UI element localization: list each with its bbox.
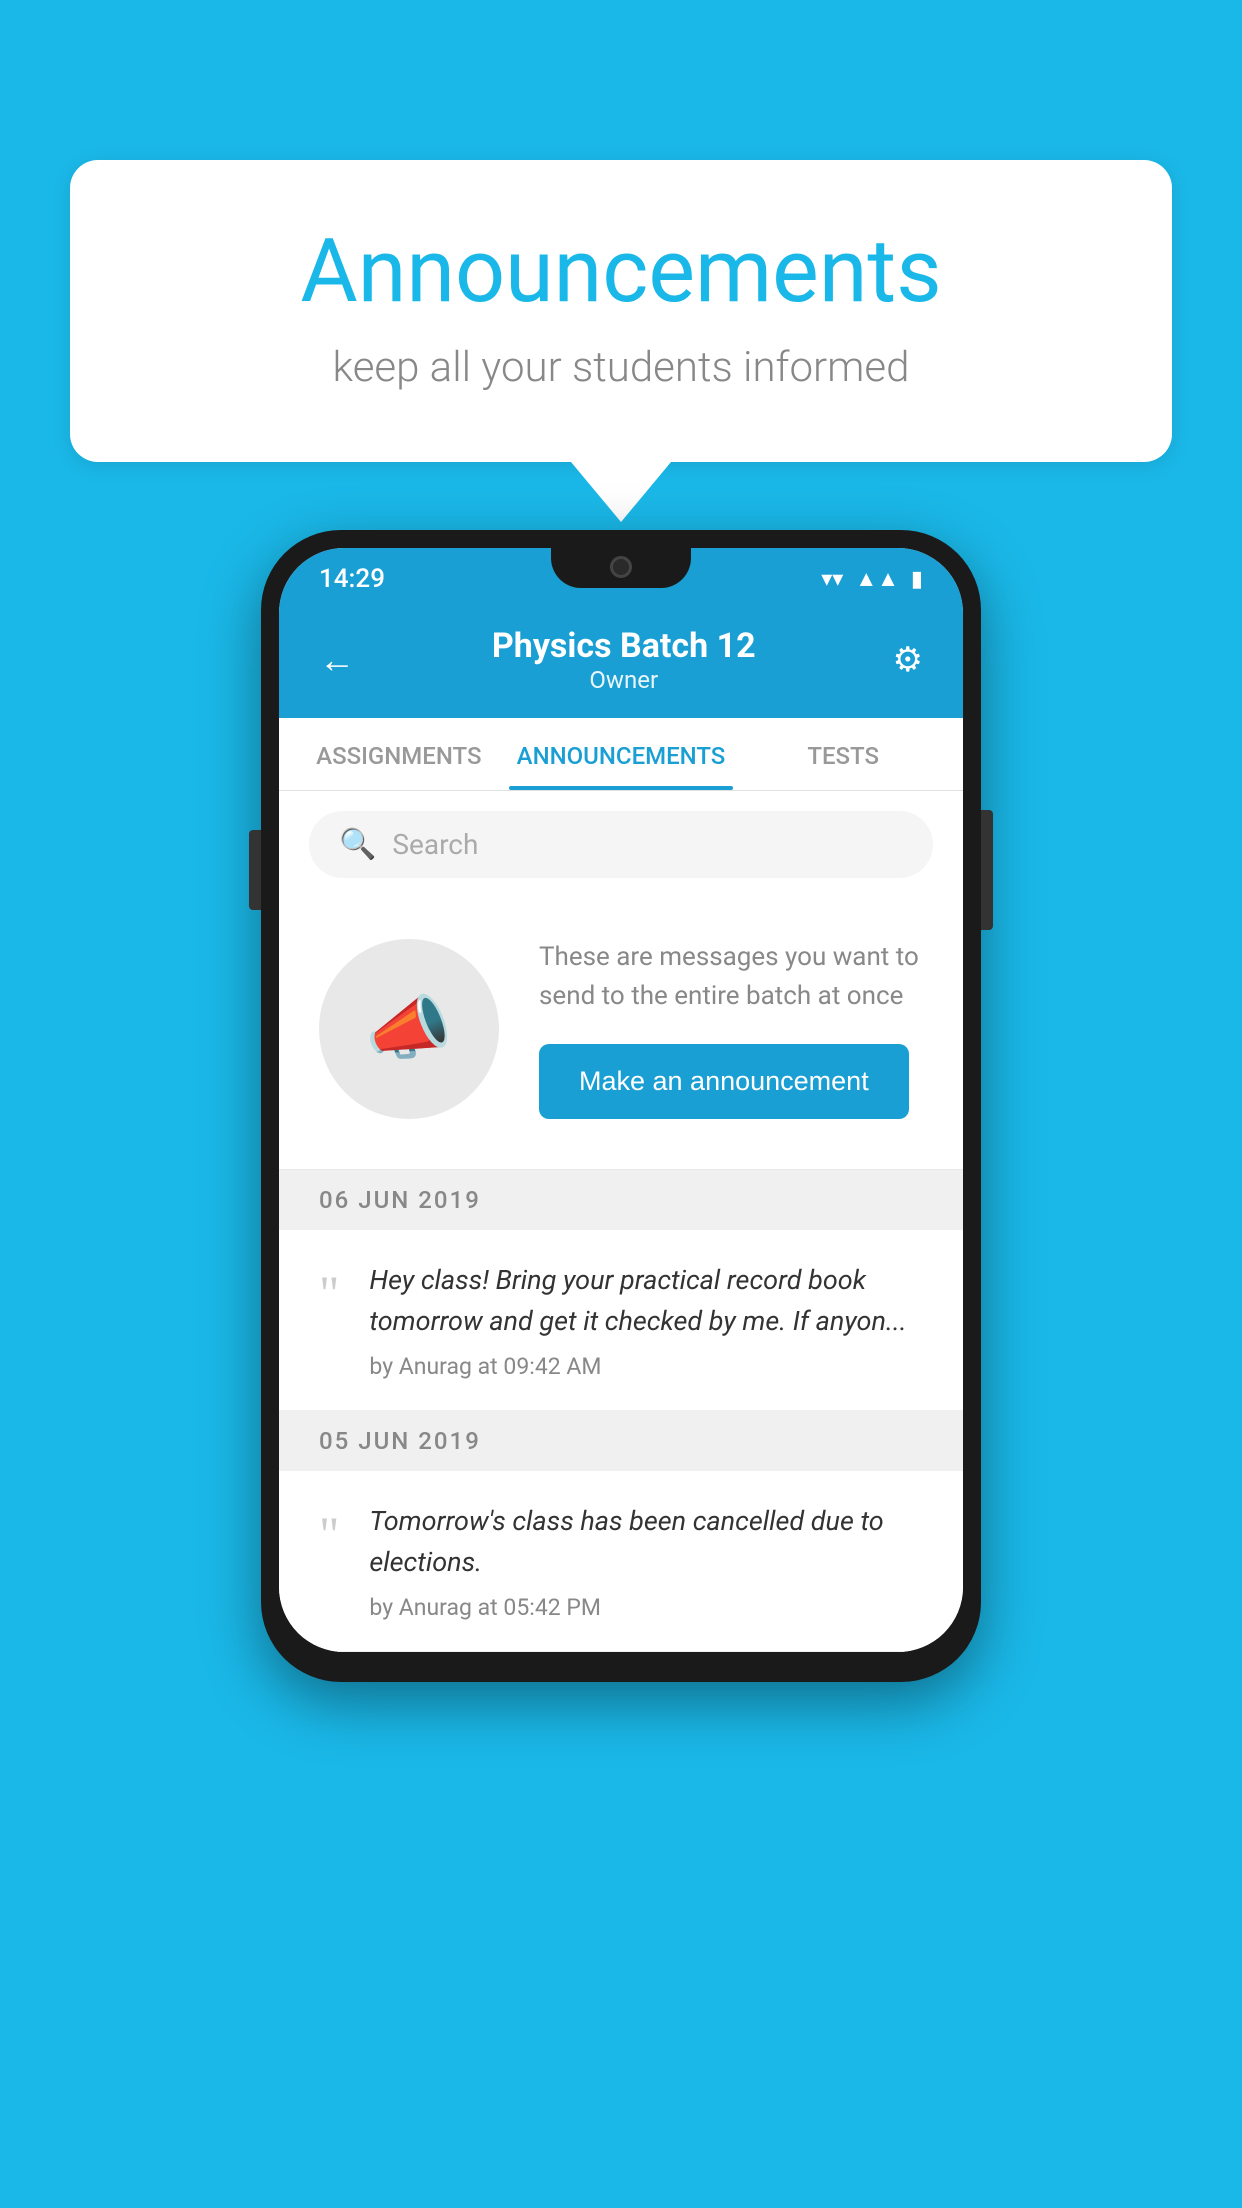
quote-icon-1: " [319, 1268, 339, 1318]
battery-icon: ▮ [911, 567, 923, 592]
settings-button[interactable]: ⚙ [893, 640, 923, 680]
camera-icon [610, 556, 632, 578]
date-label-1: 06 JUN 2019 [319, 1186, 481, 1214]
search-icon: 🔍 [339, 827, 376, 862]
announcement-text-1: Hey class! Bring your practical record b… [369, 1260, 923, 1341]
tab-assignments[interactable]: ASSIGNMENTS [289, 718, 509, 790]
signal-icon: ▲▲ [855, 566, 899, 592]
announcement-content-2: Tomorrow's class has been cancelled due … [369, 1501, 923, 1621]
date-separator-1: 06 JUN 2019 [279, 1170, 963, 1230]
wifi-icon: ▾▾ [821, 567, 843, 592]
announcement-right: These are messages you want to send to t… [539, 938, 923, 1119]
megaphone-icon: 📣 [365, 988, 452, 1070]
speech-bubble-container: Announcements keep all your students inf… [70, 160, 1172, 522]
announcement-intro: 📣 These are messages you want to send to… [279, 898, 963, 1170]
tab-announcements[interactable]: ANNOUNCEMENTS [509, 718, 734, 790]
phone-screen: 14:29 ▾▾ ▲▲ ▮ ← Physics Batch 12 Owner ⚙ [279, 548, 963, 1652]
announcement-content-1: Hey class! Bring your practical record b… [369, 1260, 923, 1380]
announcement-meta-1: by Anurag at 09:42 AM [369, 1353, 923, 1380]
back-button[interactable]: ← [319, 639, 355, 681]
status-time: 14:29 [319, 564, 385, 594]
status-icons: ▾▾ ▲▲ ▮ [821, 566, 923, 592]
tab-bar: ASSIGNMENTS ANNOUNCEMENTS TESTS [279, 718, 963, 791]
speech-bubble-subtitle: keep all your students informed [150, 343, 1092, 392]
search-placeholder: Search [392, 828, 478, 861]
date-label-2: 05 JUN 2019 [319, 1427, 481, 1455]
search-section: 🔍 Search [279, 791, 963, 898]
speech-bubble: Announcements keep all your students inf… [70, 160, 1172, 462]
make-announcement-button[interactable]: Make an announcement [539, 1044, 909, 1119]
speech-bubble-title: Announcements [150, 220, 1092, 323]
app-header: ← Physics Batch 12 Owner ⚙ [279, 606, 963, 718]
announcement-text-2: Tomorrow's class has been cancelled due … [369, 1501, 923, 1582]
announcement-item-1[interactable]: " Hey class! Bring your practical record… [279, 1230, 963, 1411]
tab-tests[interactable]: TESTS [733, 718, 953, 790]
header-title: Physics Batch 12 [492, 626, 756, 666]
search-box[interactable]: 🔍 Search [309, 811, 933, 878]
header-subtitle: Owner [492, 666, 756, 694]
phone-body: 14:29 ▾▾ ▲▲ ▮ ← Physics Batch 12 Owner ⚙ [261, 530, 981, 1682]
phone-notch [551, 548, 691, 588]
announcement-item-2[interactable]: " Tomorrow's class has been cancelled du… [279, 1471, 963, 1652]
quote-icon-2: " [319, 1509, 339, 1559]
header-center: Physics Batch 12 Owner [492, 626, 756, 694]
megaphone-circle: 📣 [319, 939, 499, 1119]
announcement-description: These are messages you want to send to t… [539, 938, 923, 1016]
speech-bubble-arrow [571, 462, 671, 522]
date-separator-2: 05 JUN 2019 [279, 1411, 963, 1471]
announcement-meta-2: by Anurag at 05:42 PM [369, 1594, 923, 1621]
phone-mockup: 14:29 ▾▾ ▲▲ ▮ ← Physics Batch 12 Owner ⚙ [261, 530, 981, 1682]
